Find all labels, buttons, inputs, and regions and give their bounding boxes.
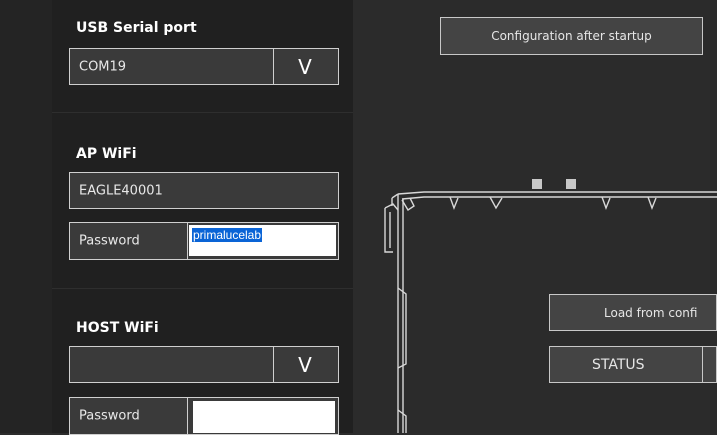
- ap-wifi-password-label: Password: [79, 233, 140, 249]
- host-wifi-ssid-select[interactable]: V: [69, 346, 339, 383]
- usb-port-value: COM19: [79, 59, 127, 74]
- status-button[interactable]: STATUS: [549, 346, 717, 383]
- configuration-after-startup-label: Configuration after startup: [491, 29, 652, 43]
- usb-port-dropdown-button[interactable]: V: [272, 49, 338, 84]
- section-divider: [52, 288, 353, 289]
- usb-serial-port-label: USB Serial port: [76, 20, 197, 36]
- host-wifi-dropdown-button[interactable]: V: [272, 347, 338, 382]
- status-label: STATUS: [592, 356, 645, 373]
- host-wifi-label: HOST WiFi: [76, 320, 159, 336]
- ap-wifi-ssid-field[interactable]: EAGLE40001: [69, 172, 339, 209]
- left-edge-strip: [0, 0, 52, 433]
- selected-text: primalucelab: [192, 228, 263, 242]
- configuration-after-startup-button[interactable]: Configuration after startup: [440, 17, 703, 55]
- chevron-down-icon: V: [298, 352, 312, 377]
- row-divider: [187, 223, 188, 259]
- ap-wifi-password-input[interactable]: primalucelab: [189, 225, 336, 256]
- row-divider: [187, 398, 188, 434]
- section-divider: [52, 112, 353, 113]
- host-wifi-password-input[interactable]: [193, 401, 335, 433]
- chevron-down-icon: V: [298, 54, 312, 79]
- ap-wifi-label: AP WiFi: [76, 146, 137, 162]
- host-wifi-password-label: Password: [79, 408, 140, 424]
- usb-port-select[interactable]: COM19 V: [69, 48, 339, 85]
- load-from-config-button[interactable]: Load from confi: [549, 294, 717, 331]
- status-divider: [702, 347, 703, 382]
- load-from-config-label: Load from confi: [604, 305, 698, 320]
- ap-wifi-ssid-value: EAGLE40001: [79, 183, 163, 198]
